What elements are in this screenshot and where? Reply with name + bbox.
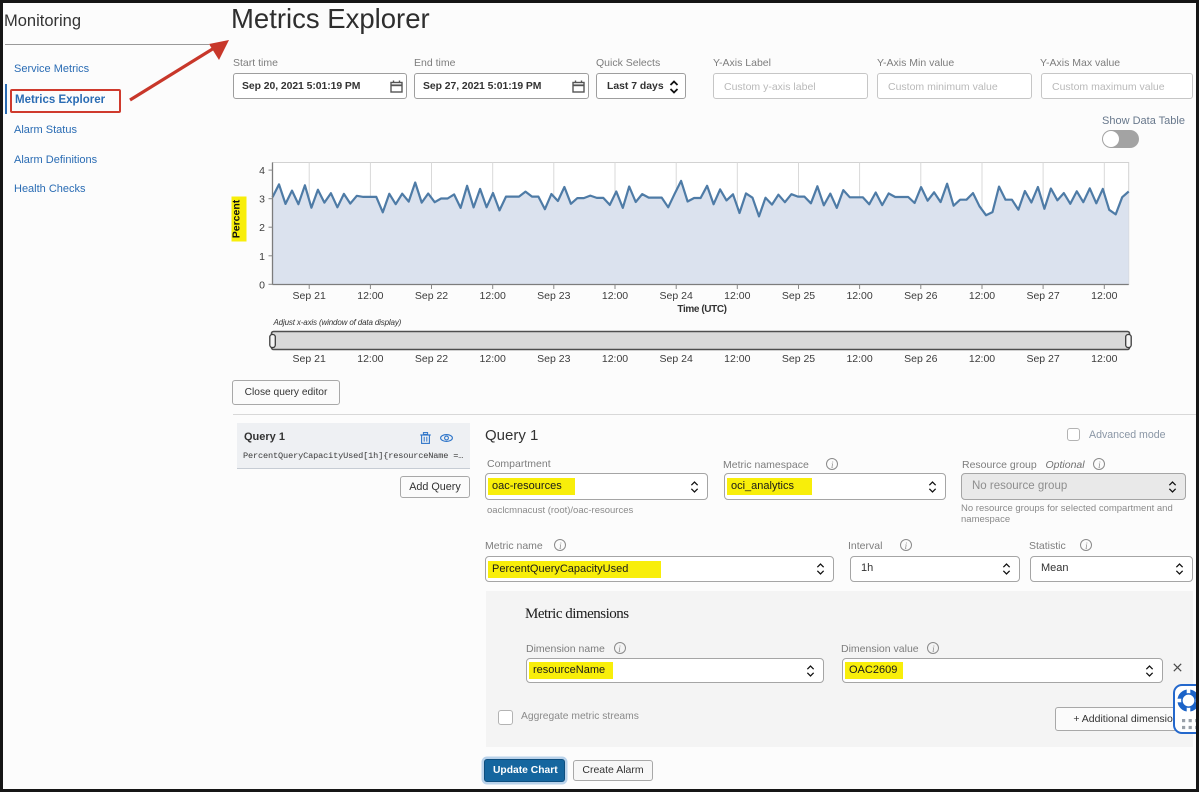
svg-text:Sep 21: Sep 21 (293, 353, 326, 365)
svg-text:Sep 25: Sep 25 (782, 353, 815, 365)
svg-text:3: 3 (259, 194, 265, 206)
svg-text:Sep 26: Sep 26 (904, 290, 937, 302)
svg-text:Sep 22: Sep 22 (415, 290, 448, 302)
svg-text:12:00: 12:00 (724, 353, 750, 365)
svg-text:12:00: 12:00 (480, 353, 506, 365)
svg-text:0: 0 (259, 279, 265, 291)
svg-text:12:00: 12:00 (969, 353, 995, 365)
svg-text:2: 2 (259, 222, 265, 234)
svg-text:Adjust x-axis (window of data: Adjust x-axis (window of data display) (273, 318, 402, 327)
svg-text:Sep 24: Sep 24 (660, 290, 693, 302)
svg-text:Time (UTC): Time (UTC) (677, 304, 726, 315)
svg-text:12:00: 12:00 (480, 290, 506, 302)
svg-text:Sep 23: Sep 23 (537, 353, 570, 365)
svg-text:Sep 27: Sep 27 (1026, 290, 1059, 302)
svg-text:12:00: 12:00 (969, 290, 995, 302)
svg-text:12:00: 12:00 (602, 290, 628, 302)
svg-text:12:00: 12:00 (357, 290, 383, 302)
svg-text:Sep 25: Sep 25 (782, 290, 815, 302)
svg-text:Sep 21: Sep 21 (293, 290, 326, 302)
svg-text:Percent: Percent (231, 199, 243, 238)
svg-text:12:00: 12:00 (357, 353, 383, 365)
svg-text:12:00: 12:00 (846, 353, 872, 365)
svg-text:Sep 26: Sep 26 (904, 353, 937, 365)
svg-text:12:00: 12:00 (1091, 290, 1117, 302)
svg-text:Sep 22: Sep 22 (415, 353, 448, 365)
svg-text:Sep 27: Sep 27 (1026, 353, 1059, 365)
svg-text:12:00: 12:00 (724, 290, 750, 302)
svg-text:4: 4 (259, 165, 265, 177)
svg-text:Sep 24: Sep 24 (660, 353, 693, 365)
svg-text:Sep 23: Sep 23 (537, 290, 570, 302)
svg-text:12:00: 12:00 (602, 353, 628, 365)
svg-text:1: 1 (259, 251, 265, 263)
svg-text:12:00: 12:00 (846, 290, 872, 302)
svg-text:12:00: 12:00 (1091, 353, 1117, 365)
